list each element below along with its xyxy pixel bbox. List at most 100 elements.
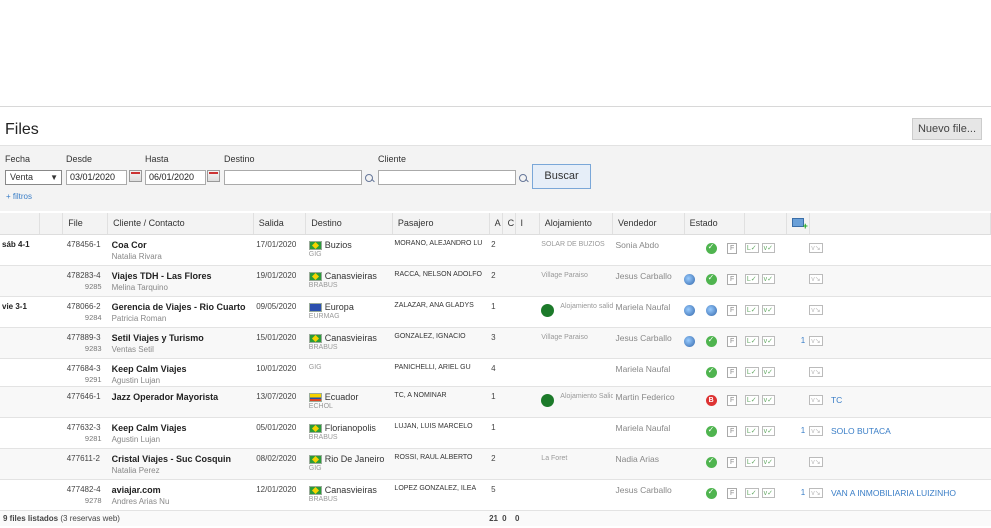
calendar-icon[interactable] xyxy=(129,170,142,182)
desde-input[interactable]: 03/01/2020 xyxy=(66,170,127,185)
col-pasajero[interactable]: Pasajero xyxy=(392,213,490,235)
invoice-icon[interactable]: F xyxy=(727,304,738,316)
col-estado[interactable]: Estado xyxy=(684,213,746,235)
email-icon[interactable]: v↘ xyxy=(809,394,823,405)
voucher-icon[interactable]: L✓ xyxy=(744,487,759,498)
invoice-icon[interactable]: F xyxy=(727,366,738,378)
check-icon[interactable]: v✓ xyxy=(761,335,775,346)
cliente-input[interactable] xyxy=(378,170,516,185)
more-filters-link[interactable]: + filtros xyxy=(6,192,32,201)
group-icon xyxy=(541,393,555,407)
globe-icon[interactable] xyxy=(684,304,696,316)
email-icon[interactable]: v↘ xyxy=(809,335,823,346)
col-file[interactable]: File xyxy=(62,213,109,235)
file-number[interactable]: 478456-1 xyxy=(67,240,101,249)
contact-name: Ventas Setil xyxy=(111,344,154,354)
voucher-icon[interactable]: L✓ xyxy=(744,304,759,315)
table-row[interactable]: vie 3-1 478066-2 9284 Gerencia de Viajes … xyxy=(0,296,991,328)
invoice-icon[interactable]: F xyxy=(727,273,738,285)
invoice-icon[interactable]: F xyxy=(727,425,738,437)
voucher-icon[interactable]: L✓ xyxy=(744,394,759,405)
table-row[interactable]: 477482-4 9278 aviajar.com Andres Arias Nu … xyxy=(0,479,991,511)
file-number[interactable]: 478283-4 xyxy=(67,271,101,280)
file-note[interactable]: TC xyxy=(831,395,842,405)
voucher-icon[interactable]: L✓ xyxy=(744,366,759,377)
client-name[interactable]: Viajes TDH - Las Flores xyxy=(112,271,212,281)
col-destino[interactable]: Destino xyxy=(305,213,393,235)
contact-name: Agustin Lujan xyxy=(111,375,161,385)
file-number[interactable]: 477632-3 xyxy=(67,423,101,432)
email-icon[interactable]: v↘ xyxy=(809,425,823,436)
col-vendedor[interactable]: Vendedor xyxy=(612,213,685,235)
search-icon[interactable] xyxy=(518,173,529,184)
fecha-label: Fecha xyxy=(5,154,31,164)
check-icon[interactable]: v✓ xyxy=(761,425,775,436)
col-a[interactable]: A xyxy=(489,213,503,235)
col-alojamiento[interactable]: Alojamiento xyxy=(539,213,614,235)
col-i[interactable]: I xyxy=(515,213,540,235)
globe-icon[interactable] xyxy=(684,335,696,347)
file-note[interactable]: SOLO BUTACA xyxy=(831,426,891,436)
invoice-icon[interactable]: F xyxy=(727,242,738,254)
table-row[interactable]: sáb 4-1 478456-1 Coa Cor Natalia Rivara 1… xyxy=(0,234,991,266)
table-row[interactable]: 477632-3 9281 Keep Calm Viajes Agustin Luj… xyxy=(0,417,991,449)
table-row[interactable]: 477889-3 9283 Setil Viajes y Turismo Venta… xyxy=(0,327,991,359)
hasta-input[interactable]: 06/01/2020 xyxy=(145,170,206,185)
file-number[interactable]: 477482-4 xyxy=(67,485,101,494)
check-icon[interactable]: v✓ xyxy=(761,304,775,315)
email-icon[interactable]: v↘ xyxy=(809,242,823,253)
client-name[interactable]: Keep Calm Viajes xyxy=(112,364,187,374)
destination: Buzios GIG xyxy=(305,234,393,266)
new-file-button[interactable]: Nuevo file... xyxy=(912,118,982,140)
client-name[interactable]: Setil Viajes y Turismo xyxy=(112,333,204,343)
client-name[interactable]: Coa Cor xyxy=(112,240,147,250)
table-row[interactable]: 477611-2 Cristal Viajes - Suc Cosquin Nat… xyxy=(0,448,991,480)
globe-icon[interactable] xyxy=(684,273,696,285)
client-name[interactable]: Keep Calm Viajes xyxy=(112,423,187,433)
client-name[interactable]: aviajar.com xyxy=(112,485,161,495)
voucher-icon[interactable]: L✓ xyxy=(744,456,759,467)
search-button[interactable]: Buscar xyxy=(532,164,591,189)
day-label: vie 3-1 xyxy=(0,296,40,328)
file-number[interactable]: 478066-2 xyxy=(67,302,101,311)
email-icon[interactable]: v↘ xyxy=(809,456,823,467)
file-note[interactable]: VAN A INMOBILIARIA LUIZINHO xyxy=(831,488,956,498)
email-add-icon[interactable] xyxy=(791,217,808,231)
calendar-icon[interactable] xyxy=(207,170,220,182)
table-row[interactable]: 478283-4 9285 Viajes TDH - Las Flores Meli… xyxy=(0,265,991,297)
check-icon[interactable]: v✓ xyxy=(761,242,775,253)
search-icon[interactable] xyxy=(364,173,375,184)
client-name[interactable]: Cristal Viajes - Suc Cosquin xyxy=(112,454,231,464)
fecha-select[interactable]: Venta ▼ xyxy=(5,170,62,185)
file-number[interactable]: 477889-3 xyxy=(67,333,101,342)
email-icon[interactable]: v↘ xyxy=(809,273,823,284)
voucher-icon[interactable]: L✓ xyxy=(744,425,759,436)
check-icon[interactable]: v✓ xyxy=(761,273,775,284)
col-cliente[interactable]: Cliente / Contacto xyxy=(107,213,254,235)
check-icon[interactable]: v✓ xyxy=(761,456,775,467)
destino-input[interactable] xyxy=(224,170,362,185)
check-icon[interactable]: v✓ xyxy=(761,394,775,405)
file-number[interactable]: 477646-1 xyxy=(67,392,101,401)
col-c[interactable]: C xyxy=(502,213,516,235)
client-name[interactable]: Gerencia de Viajes - Rio Cuarto xyxy=(112,302,246,312)
email-icon[interactable]: v↘ xyxy=(809,366,823,377)
voucher-icon[interactable]: L✓ xyxy=(744,273,759,284)
accommodation: SOLAR DE BUZIOS xyxy=(539,234,613,266)
table-row[interactable]: 477684-3 9291 Keep Calm Viajes Agustin Luj… xyxy=(0,358,991,387)
email-icon[interactable]: v↘ xyxy=(809,487,823,498)
file-number[interactable]: 477611-2 xyxy=(67,454,100,463)
col-salida[interactable]: Salida xyxy=(253,213,307,235)
client-name[interactable]: Jazz Operador Mayorista xyxy=(112,392,219,402)
voucher-icon[interactable]: L✓ xyxy=(744,242,759,253)
file-number[interactable]: 477684-3 xyxy=(67,364,101,373)
invoice-icon[interactable]: F xyxy=(727,487,738,499)
invoice-icon[interactable]: F xyxy=(727,456,738,468)
table-row[interactable]: 477646-1 Jazz Operador Mayorista 13/07/2… xyxy=(0,386,991,418)
email-icon[interactable]: v↘ xyxy=(809,304,823,315)
invoice-icon[interactable]: F xyxy=(727,335,738,347)
check-icon[interactable]: v✓ xyxy=(761,366,775,377)
check-icon[interactable]: v✓ xyxy=(761,487,775,498)
voucher-icon[interactable]: L✓ xyxy=(744,335,759,346)
invoice-icon[interactable]: F xyxy=(727,394,738,406)
